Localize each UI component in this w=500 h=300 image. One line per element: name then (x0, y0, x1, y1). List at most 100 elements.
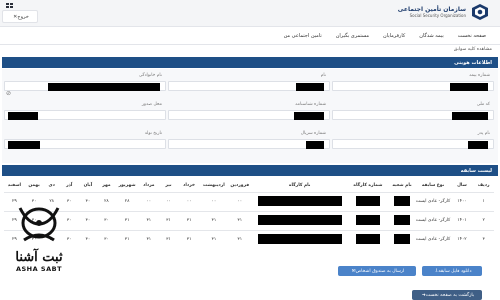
redacted-value (48, 83, 160, 91)
col-month-9: آذر (66, 183, 73, 189)
row-record-type: کارگر- عادی ایست (415, 191, 451, 211)
redacted-value (468, 141, 488, 149)
row-month-value: ۳۱ (200, 210, 228, 230)
row-month-value: ۳۱ (177, 229, 201, 249)
history-table: ردیف سال نوع سابقه نام شعبه شماره کارگاه… (4, 180, 494, 249)
redacted-value (257, 233, 342, 244)
redacted-value (257, 214, 342, 225)
redacted-value (394, 214, 411, 225)
redacted-value (355, 233, 380, 244)
row-month-value: ۲۸ (97, 191, 116, 211)
row-year: ۱۴۰۱ (450, 210, 474, 230)
birth-date-field: تاریخ تولد (4, 131, 166, 153)
col-month-8: آبان (83, 183, 93, 189)
field-label: شماره سریال (300, 131, 326, 136)
history-section-header: لیست سابقه (2, 165, 498, 176)
main-nav: صفحه نخست بیمه شدگان کارفرمایان مستمری ب… (0, 27, 500, 45)
col-record-type: نوع سابقه (421, 183, 445, 189)
watermark-text-fa: ثبت آشنا (15, 250, 63, 265)
row-record-type: کارگر- عادی ایست (415, 210, 451, 230)
last-name-field: نام خانوادگی (4, 73, 166, 95)
eye-off-icon[interactable]: ⊘ (6, 90, 11, 97)
col-month-2: اردیبهشت (203, 183, 225, 189)
identity-form: شماره بیمه نام نام خانوادگی کد ملی شماره… (2, 69, 498, 163)
apps-grid-icon[interactable] (6, 3, 14, 8)
insurance-number-field: شماره بیمه (332, 73, 494, 95)
row-workshop-number (347, 229, 389, 249)
nav-pensioners[interactable]: مستمری بگیران (336, 33, 369, 39)
col-month-11: بهمن (28, 183, 40, 189)
nav-insured[interactable]: بیمه شدگان (419, 33, 443, 39)
watermark-text-en: ASHA SABT (15, 265, 63, 273)
row-workshop-number (347, 191, 389, 211)
field-label: نام خانوادگی (138, 73, 162, 78)
row-index: ۳ (473, 229, 494, 249)
field-label: نام (320, 73, 326, 78)
top-header: ✕ خروج سازمان تأمین اجتماعی Social Secur… (0, 0, 500, 27)
row-month-value: ۳۱ (138, 210, 160, 230)
redacted-value (452, 112, 488, 120)
table-row[interactable]: ۱ ۱۴۰۰ کارگر- عادی ایست ۰۰ ۰۰ ۰۰ ۰۰ ۰۰ ۲… (4, 191, 494, 211)
row-month-value: ۰۰ (227, 191, 253, 211)
col-month-5: مرداد (143, 183, 155, 189)
row-index: ۱ (473, 191, 494, 211)
redacted-value (355, 195, 380, 206)
row-month-value: ۳۱ (138, 229, 160, 249)
identity-section-header: اطلاعات هویتی (2, 57, 498, 68)
exit-button[interactable]: ✕ خروج (2, 10, 38, 23)
redacted-value (394, 233, 411, 244)
row-month-value: ۳۱ (159, 210, 178, 230)
row-year: ۱۴۰۲ (450, 229, 474, 249)
row-month-value: ۰۰ (177, 191, 201, 211)
row-workshop-name (252, 191, 348, 211)
watermark-emblem-icon (18, 207, 60, 242)
col-workshop-number: شماره کارگاه (353, 183, 383, 189)
row-month-value: ۳۰ (97, 210, 116, 230)
send-to-inbox-button[interactable]: ✉ ارسال به صندوق اشخاص (338, 266, 416, 276)
col-month-1: فروردین (230, 183, 250, 189)
back-home-button[interactable]: ➜ بازگشت به صفحه نخست (412, 290, 482, 300)
col-month-10: دی (48, 183, 55, 189)
org-logo[interactable]: سازمان تأمین اجتماعی Social Security Org… (398, 3, 490, 21)
redacted-value (394, 195, 411, 206)
col-month-7: مهر (102, 183, 111, 189)
nav-my-social-security[interactable]: تامین اجتماعی من (284, 33, 322, 39)
row-month-value: ۳۱ (227, 229, 253, 249)
download-record-label: دانلود فایل سابقه (438, 268, 472, 274)
table-header-row: ردیف سال نوع سابقه نام شعبه شماره کارگاه… (4, 180, 494, 192)
row-year: ۱۴۰۰ (450, 191, 474, 211)
nav-home[interactable]: صفحه نخست (458, 33, 486, 39)
col-month-6: شهریور (118, 183, 136, 189)
field-label: محل صدور (141, 102, 162, 107)
field-label: کد ملی (476, 102, 490, 107)
table-row[interactable]: ۲ ۱۴۰۱ کارگر- عادی ایست ۳۱ ۳۱ ۳۱ ۳۱ ۳۱ ۳… (4, 210, 494, 230)
watermark-logo: ثبت آشنا ASHA SABT (8, 200, 70, 296)
col-month-4: تیر (165, 183, 172, 189)
redacted-value (355, 214, 380, 225)
row-branch-name (388, 191, 416, 211)
nav-employers[interactable]: کارفرمایان (383, 33, 405, 39)
exit-label: خروج (17, 13, 29, 20)
row-month-value: ۳۰ (78, 210, 98, 230)
org-emblem-icon (472, 4, 488, 20)
field-label: شماره شناسنامه (295, 102, 326, 107)
row-month-value: ۰۰ (200, 191, 228, 211)
id-number-field: شماره شناسنامه (168, 102, 330, 124)
send-to-inbox-label: ارسال به صندوق اشخاص (355, 268, 405, 274)
row-month-value: ۳۱ (227, 210, 253, 230)
table-row[interactable]: ۳ ۱۴۰۲ کارگر- عادی ایست ۳۱ ۳۱ ۳۱ ۳۱ ۳۱ ۳… (4, 229, 494, 249)
row-month-value: ۰۰ (159, 191, 178, 211)
redacted-value (296, 83, 324, 91)
history-table-panel: ردیف سال نوع سابقه نام شعبه شماره کارگاه… (2, 176, 498, 271)
download-record-button[interactable]: ⇩ دانلود فایل سابقه (422, 266, 482, 276)
row-month-value: ۳۱ (159, 229, 178, 249)
row-workshop-number (347, 210, 389, 230)
row-month-value: ۳۰ (78, 229, 98, 249)
row-branch-name (388, 229, 416, 249)
row-month-value: ۳۰ (97, 229, 116, 249)
field-label: تاریخ تولد (144, 131, 162, 136)
row-month-value: ۳۱ (115, 210, 139, 230)
first-name-field: نام (168, 73, 330, 95)
place-of-issue-field: محل صدور (4, 102, 166, 124)
col-index: ردیف (477, 183, 490, 189)
